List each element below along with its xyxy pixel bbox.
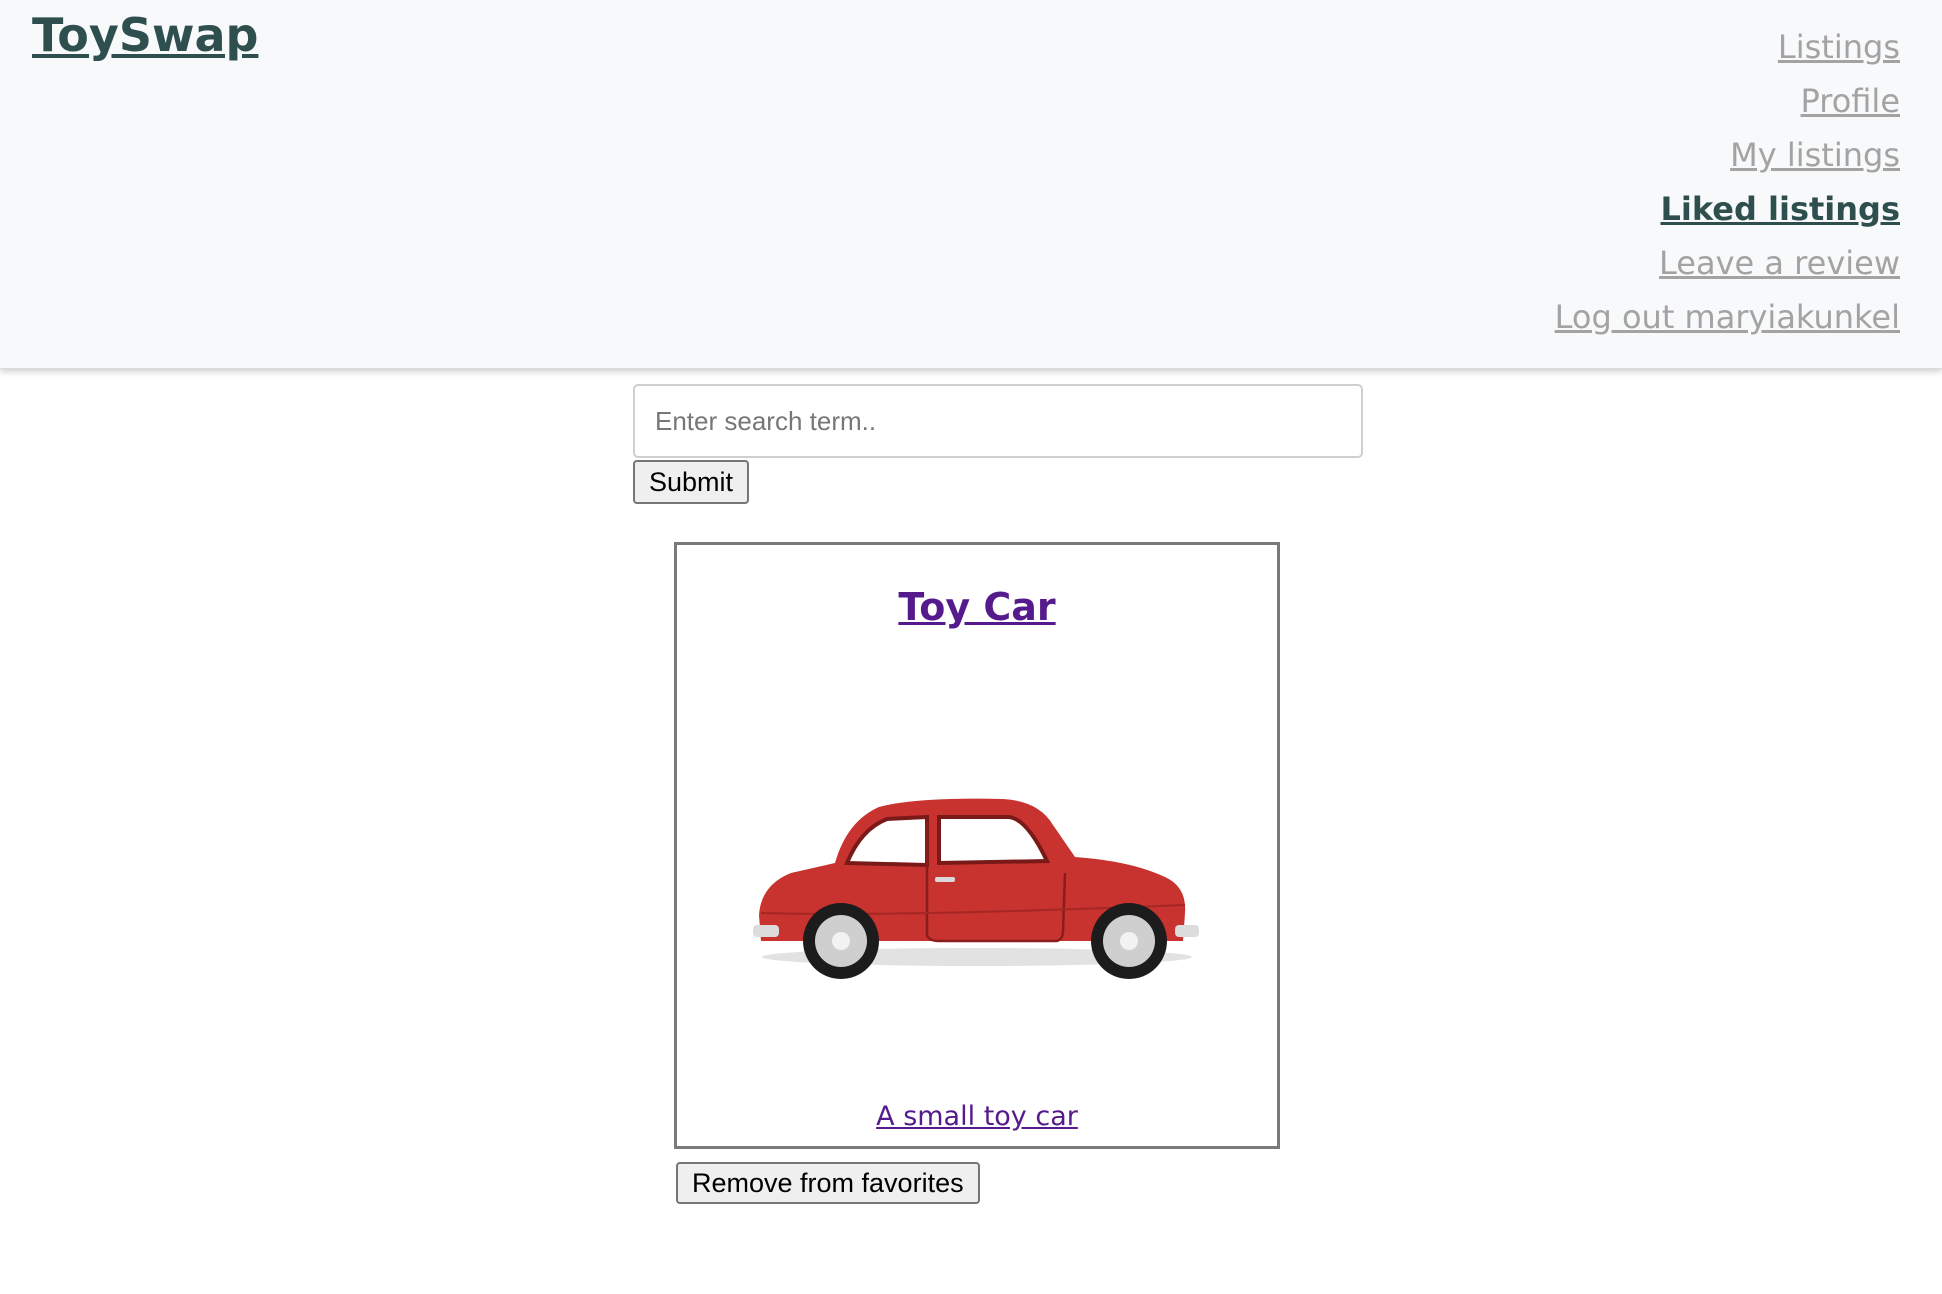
listing-title-link[interactable]: Toy Car — [677, 585, 1277, 629]
red-toy-car-image — [753, 798, 1199, 979]
nav-link-liked-listings[interactable]: Liked listings — [1660, 182, 1900, 236]
nav-link-my-listings[interactable]: My listings — [1730, 128, 1900, 182]
search-input[interactable] — [633, 384, 1363, 458]
nav-link-profile[interactable]: Profile — [1801, 74, 1901, 128]
listing-description-link[interactable]: A small toy car — [677, 1101, 1277, 1132]
submit-button[interactable]: Submit — [633, 460, 750, 504]
brand-logo-link[interactable]: ToySwap — [32, 8, 258, 62]
nav-link-leave-review[interactable]: Leave a review — [1659, 236, 1900, 290]
nav-links: Listings Profile My listings Liked listi… — [1555, 20, 1900, 344]
nav-link-listings[interactable]: Listings — [1778, 20, 1900, 74]
nav-link-logout[interactable]: Log out maryiakunkel — [1555, 290, 1900, 344]
navbar: ToySwap Listings Profile My listings Lik… — [0, 0, 1942, 369]
listing-card: Toy Car A small toy car — [674, 542, 1280, 1149]
remove-from-favorites-button[interactable]: Remove from favorites — [676, 1162, 980, 1204]
